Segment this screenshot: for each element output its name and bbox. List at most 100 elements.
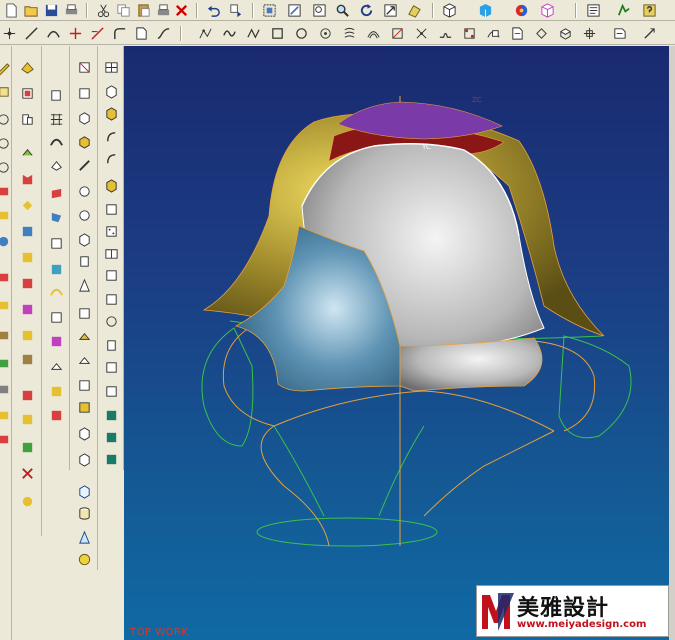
circle-icon[interactable] — [292, 25, 310, 42]
surface-paint-icon[interactable] — [102, 406, 120, 424]
slot-icon[interactable] — [0, 268, 12, 286]
magnify-icon[interactable] — [333, 2, 351, 19]
surface-end-icon[interactable] — [102, 450, 120, 468]
cone-icon[interactable] — [75, 528, 93, 546]
surface-book-icon[interactable] — [102, 244, 120, 262]
draft-icon[interactable] — [0, 380, 12, 398]
offset-icon[interactable] — [364, 25, 382, 42]
trim-icon[interactable] — [388, 25, 406, 42]
thicken-icon[interactable] — [47, 382, 65, 400]
sew-icon[interactable] — [18, 144, 36, 162]
global-shape-icon[interactable] — [75, 424, 93, 442]
boolean-icon[interactable] — [18, 492, 36, 510]
pan-icon[interactable] — [381, 2, 399, 19]
chamfer-icon[interactable] — [88, 25, 106, 42]
ruled-icon[interactable] — [47, 184, 65, 202]
open-icon[interactable] — [22, 2, 40, 19]
trim-sheet-icon[interactable] — [75, 328, 93, 346]
print-preview-icon[interactable] — [154, 2, 172, 19]
ellipse-icon[interactable] — [316, 25, 334, 42]
law-extension-icon[interactable] — [47, 260, 65, 278]
sketch-icon[interactable] — [0, 60, 12, 78]
face-blend-icon[interactable] — [47, 332, 65, 350]
subtract-icon[interactable] — [18, 84, 36, 102]
fillet-icon[interactable] — [110, 25, 128, 42]
surface-copy-icon[interactable] — [102, 358, 120, 376]
surface-curvature-icon[interactable] — [102, 128, 120, 146]
edit-icon[interactable] — [532, 25, 550, 42]
helix-icon[interactable] — [340, 25, 358, 42]
move-pole-icon[interactable] — [75, 58, 93, 76]
undo-icon[interactable] — [204, 2, 222, 19]
extension-icon[interactable] — [47, 234, 65, 252]
split-body-icon[interactable] — [18, 222, 36, 240]
brand-url[interactable]: www.meiyadesign.com — [517, 619, 646, 630]
surface-dots-icon[interactable] — [102, 290, 120, 308]
thread-icon[interactable] — [0, 430, 12, 448]
sphere-icon[interactable] — [75, 550, 93, 568]
point-icon[interactable] — [0, 25, 18, 42]
bounded-plane-icon[interactable] — [47, 358, 65, 376]
join-icon[interactable] — [484, 25, 502, 42]
promote-icon[interactable] — [18, 410, 36, 428]
line-icon[interactable] — [22, 25, 40, 42]
new-icon[interactable] — [2, 2, 20, 19]
boss-icon[interactable] — [0, 158, 12, 176]
layout-icon[interactable] — [75, 304, 93, 322]
delete-body-icon[interactable] — [18, 464, 36, 482]
split-icon[interactable] — [508, 25, 526, 42]
analysis-icon[interactable] — [614, 2, 632, 19]
copy-icon[interactable] — [114, 2, 132, 19]
info-icon[interactable] — [584, 2, 602, 19]
swept-icon[interactable] — [47, 132, 65, 150]
spline-icon[interactable] — [154, 25, 172, 42]
view-icon[interactable] — [405, 2, 423, 19]
render-icon[interactable] — [440, 2, 458, 19]
enlarge-icon[interactable] — [75, 376, 93, 394]
intersect-icon[interactable] — [18, 110, 36, 128]
graphics-viewport[interactable]: ZC YC TOP WORK — [124, 46, 669, 640]
surface-box-icon[interactable] — [102, 176, 120, 194]
pattern-icon[interactable] — [18, 274, 36, 292]
project-icon[interactable] — [412, 25, 430, 42]
surface-reflection-icon[interactable] — [102, 150, 120, 168]
quilt-icon[interactable] — [47, 308, 65, 326]
studio-spline-icon[interactable] — [196, 25, 214, 42]
shell-icon[interactable] — [0, 326, 12, 344]
rotate-icon[interactable] — [357, 2, 375, 19]
surface-frame-icon[interactable] — [102, 200, 120, 218]
offset-surface-icon[interactable] — [47, 282, 65, 300]
extract-icon[interactable] — [460, 25, 478, 42]
surface-mask-icon[interactable] — [102, 428, 120, 446]
cut-icon[interactable] — [94, 2, 112, 19]
smooth-icon[interactable] — [556, 25, 574, 42]
delete-icon[interactable] — [172, 2, 190, 19]
hole-icon[interactable] — [0, 134, 12, 152]
paste-icon[interactable] — [134, 2, 152, 19]
through-curves-icon[interactable] — [47, 86, 65, 104]
layer-icon[interactable] — [538, 2, 556, 19]
redo-icon[interactable] — [226, 2, 244, 19]
n-sided-icon[interactable] — [47, 208, 65, 226]
save-icon[interactable] — [42, 2, 60, 19]
zoom-icon[interactable] — [310, 2, 328, 19]
cone-feature-icon[interactable] — [75, 276, 93, 294]
color-icon[interactable] — [512, 2, 530, 19]
square-icon[interactable] — [268, 25, 286, 42]
change-stiffness-icon[interactable] — [75, 156, 93, 174]
block-icon[interactable] — [75, 230, 93, 248]
groove-icon[interactable] — [0, 232, 12, 250]
scale-icon[interactable] — [18, 300, 36, 318]
pocket-icon[interactable] — [0, 206, 12, 224]
mirror-icon[interactable] — [18, 248, 36, 266]
pad-icon[interactable] — [0, 182, 12, 200]
rectangle-icon[interactable] — [132, 25, 150, 42]
instance-icon[interactable] — [18, 438, 36, 456]
change-degree-icon[interactable] — [75, 132, 93, 150]
trim-body-icon[interactable] — [18, 196, 36, 214]
tube-icon[interactable] — [0, 296, 12, 314]
section-icon[interactable] — [580, 25, 598, 42]
surface-shaded-icon[interactable] — [102, 82, 120, 100]
patch-icon[interactable] — [18, 170, 36, 188]
surface-face-icon[interactable] — [102, 104, 120, 122]
